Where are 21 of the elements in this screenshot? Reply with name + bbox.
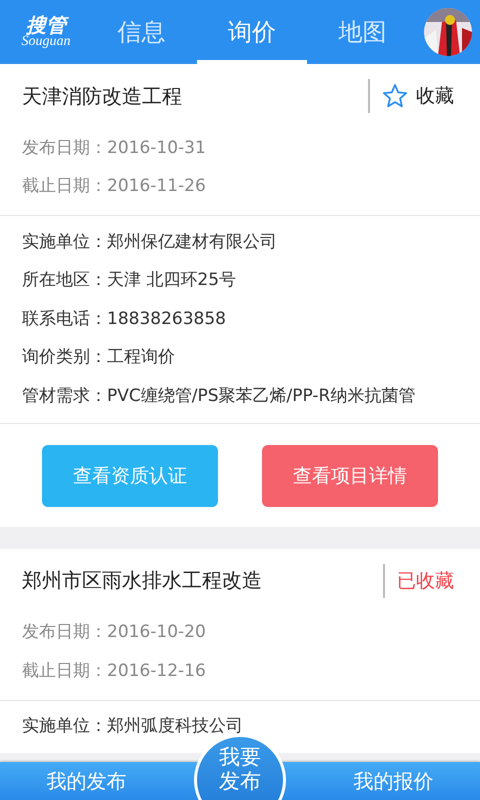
date-text: 发布日期：2016-10-31 xyxy=(22,136,207,160)
tab[interactable]: 信息 xyxy=(86,0,197,64)
field-text: 管材需求：PVC缠绕管/PS聚苯乙烯/PP-R纳米抗菌管 xyxy=(22,384,416,408)
date-text: 发布日期：2016-10-20 xyxy=(22,621,207,644)
field-text: 所在地区：天津 北四环25号 xyxy=(22,269,238,292)
field-text: 联系电话：18838263858 xyxy=(22,308,227,331)
star-icon xyxy=(382,83,408,109)
my-posts-button[interactable]: 我的发布 xyxy=(16,768,157,794)
app-logo: 搜管 Souguan xyxy=(20,15,72,49)
date-text: 截止日期：2016-12-16 xyxy=(22,660,207,683)
listing-title: 天津消防改造工程 xyxy=(22,82,183,110)
certification-button[interactable]: 查看资质认证 xyxy=(42,444,218,506)
favorite-button[interactable]: 已收藏 xyxy=(383,564,460,598)
my-quotes-button[interactable]: 我的报价 xyxy=(323,768,464,794)
field-text: 实施单位：郑州保亿建材有限公司 xyxy=(22,230,278,254)
date-text: 截止日期：2016-11-26 xyxy=(22,175,207,198)
favorite-button[interactable]: 收藏 xyxy=(368,79,460,113)
details-button[interactable]: 查看项目详情 xyxy=(262,444,438,506)
tab[interactable]: 地图 xyxy=(307,0,418,64)
listing-title: 郑州市区雨水排水工程改造 xyxy=(22,567,263,594)
field-text: 询价类别：工程询价 xyxy=(22,346,176,370)
